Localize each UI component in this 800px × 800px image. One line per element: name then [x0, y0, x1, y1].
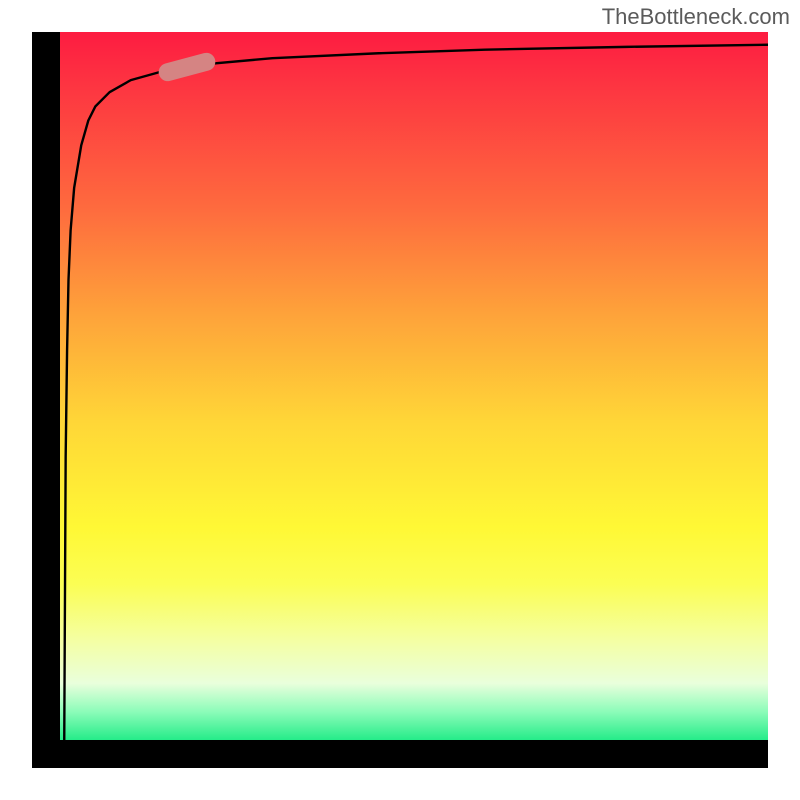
plot-area — [60, 32, 768, 740]
curve-line — [60, 32, 768, 740]
attribution-text: TheBottleneck.com — [602, 4, 790, 30]
chart-frame — [32, 32, 768, 768]
